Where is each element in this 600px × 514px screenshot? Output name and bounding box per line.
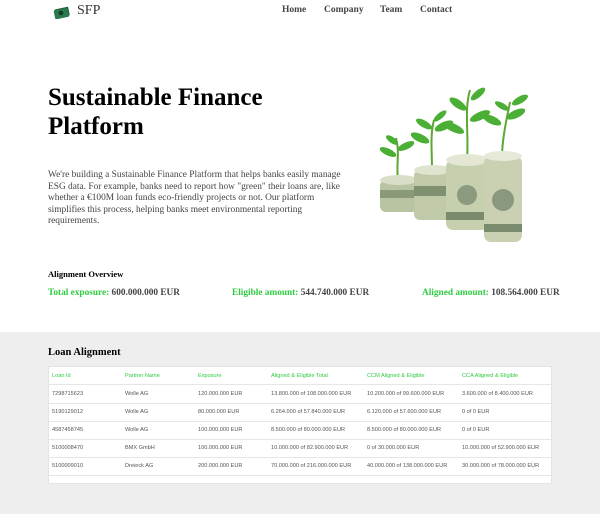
cell-cca: 0 of 0 EUR bbox=[462, 409, 490, 415]
cell-partner: Wolle AG bbox=[125, 391, 149, 397]
brand-name[interactable]: SFP bbox=[77, 3, 100, 19]
cell-partner: BMX GmbH bbox=[125, 445, 155, 451]
cell-ccm: 40.000.000 of 138.000.000 EUR bbox=[367, 463, 448, 469]
nav-contact-link[interactable]: Contact bbox=[420, 5, 452, 15]
cell-loan-id: 7298715623 bbox=[52, 391, 84, 397]
col-header-cca[interactable]: CCA Aligned & Eligible bbox=[462, 373, 518, 379]
total-exposure-stat: Total exposure: 600.000.000 EUR bbox=[48, 288, 180, 298]
cell-partner: Dreieck AG bbox=[125, 463, 154, 469]
loan-alignment-title: Loan Alignment bbox=[48, 347, 121, 358]
cell-total: 8.500.000 of 80.000.000 EUR bbox=[271, 427, 346, 433]
col-header-loan-id[interactable]: Loan Id bbox=[52, 373, 71, 379]
nav-company-link[interactable]: Company bbox=[324, 5, 364, 15]
hero-description: We're building a Sustainable Finance Pla… bbox=[48, 170, 341, 226]
cell-cca: 3.600.000 of 8.400.000 EUR bbox=[462, 391, 533, 397]
alignment-overview-title: Alignment Overview bbox=[48, 269, 124, 279]
cell-loan-id: 4587458745 bbox=[52, 427, 84, 433]
stat-value: 600.000.000 EUR bbox=[111, 288, 180, 298]
stat-value: 108.564.000 EUR bbox=[491, 288, 560, 298]
cell-exposure: 100.000.000 EUR bbox=[198, 445, 243, 451]
cell-cca: 0 of 0 EUR bbox=[462, 427, 490, 433]
cell-loan-id: 5100008470 bbox=[52, 445, 84, 451]
cell-cca: 10.000.000 of 52.900.000 EUR bbox=[462, 445, 540, 451]
cell-total: 70.000.000 of 216.000.000 EUR bbox=[271, 463, 352, 469]
cell-exposure: 80.000.000 EUR bbox=[198, 409, 240, 415]
hero-title: Sustainable Finance Platform bbox=[48, 84, 263, 140]
nav-home-link[interactable]: Home bbox=[282, 5, 306, 15]
cell-ccm: 6.120.000 of 57.600.000 EUR bbox=[367, 409, 442, 415]
stat-label: Eligible amount: bbox=[232, 288, 299, 298]
cell-total: 13.800.000 of 108.000.000 EUR bbox=[271, 391, 352, 397]
cell-ccm: 10.200.000 of 99.600.000 EUR bbox=[367, 391, 445, 397]
row-divider bbox=[49, 421, 551, 422]
eligible-amount-stat: Eligible amount: 544.740.000 EUR bbox=[232, 288, 369, 298]
aligned-amount-stat: Aligned amount: 108.564.000 EUR bbox=[422, 288, 560, 298]
money-icon[interactable] bbox=[53, 5, 71, 19]
col-header-exposure[interactable]: Exposure bbox=[198, 373, 222, 379]
money-stacks-with-plants-icon bbox=[379, 87, 528, 242]
header-divider bbox=[49, 384, 551, 385]
cell-exposure: 100.000.000 EUR bbox=[198, 427, 243, 433]
nav-team-link[interactable]: Team bbox=[380, 5, 402, 15]
row-divider bbox=[49, 403, 551, 404]
cell-total: 6.264.000 of 57.840.000 EUR bbox=[271, 409, 346, 415]
stat-value: 544.740.000 EUR bbox=[300, 288, 370, 298]
cell-loan-id: 5190129012 bbox=[52, 409, 84, 415]
cell-ccm: 8.500.000 of 80.000.000 EUR bbox=[367, 427, 442, 433]
cell-cca: 30.000.000 of 78.000.000 EUR bbox=[462, 463, 540, 469]
cell-partner: Wolle AG bbox=[125, 427, 149, 433]
cell-partner: Wolle AG bbox=[125, 409, 149, 415]
cell-total: 10.000.000 of 82.900.000 EUR bbox=[271, 445, 349, 451]
cell-ccm: 0 of 30.000.000 EUR bbox=[367, 445, 420, 451]
col-header-aligned-eligible-total[interactable]: Aligned & Eligible Total bbox=[271, 373, 328, 379]
row-divider bbox=[49, 475, 551, 476]
loan-table: Loan Id Partner Name Exposure Aligned & … bbox=[48, 366, 552, 484]
col-header-ccm[interactable]: CCM Aligned & Eligible bbox=[367, 373, 425, 379]
cell-exposure: 120.000.000 EUR bbox=[198, 391, 243, 397]
row-divider bbox=[49, 439, 551, 440]
cell-loan-id: 5100009010 bbox=[52, 463, 84, 469]
cell-exposure: 200.000.000 EUR bbox=[198, 463, 243, 469]
stat-label: Aligned amount: bbox=[422, 288, 489, 298]
row-divider bbox=[49, 457, 551, 458]
col-header-partner-name[interactable]: Partner Name bbox=[125, 373, 160, 379]
top-nav: SFP Home Company Team Contact bbox=[0, 0, 600, 24]
stat-label: Total exposure: bbox=[48, 288, 110, 298]
